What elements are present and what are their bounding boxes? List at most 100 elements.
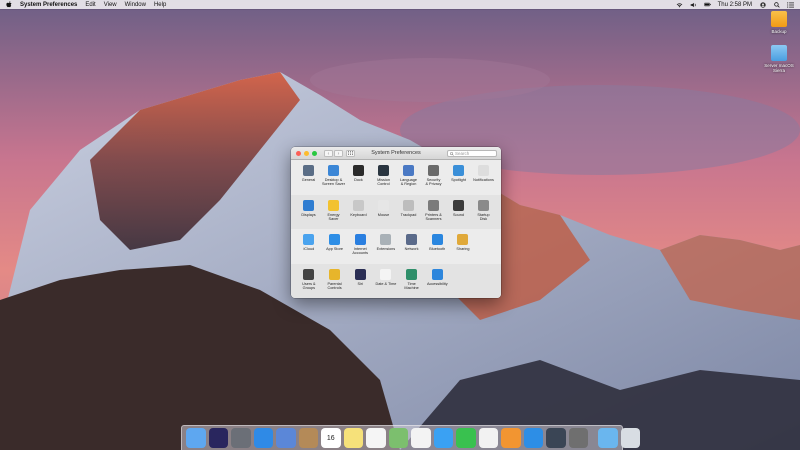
wifi-icon[interactable] — [676, 2, 683, 8]
menu-view[interactable]: View — [104, 2, 117, 8]
pref-pane-mouse[interactable]: Mouse — [371, 199, 396, 217]
window-titlebar: ‹ › System Preferences — [291, 147, 501, 160]
pane-row: iCloud App Store Internet Accounts Extensio… — [291, 229, 501, 264]
finder-icon[interactable] — [186, 428, 206, 448]
forward-button[interactable]: › — [334, 149, 343, 157]
pref-pane-label: Extensions — [376, 247, 396, 251]
desktop-icon-backup[interactable]: Backup — [759, 11, 799, 34]
pref-pane-time-machine[interactable]: Time Machine — [399, 268, 425, 291]
search-field[interactable] — [447, 150, 497, 157]
pref-pane-label: Users & Groups — [302, 281, 316, 290]
pref-pane-sharing[interactable]: Sharing — [450, 234, 476, 251]
menu-edit[interactable]: Edit — [85, 2, 95, 8]
siri-icon[interactable] — [208, 428, 228, 448]
pref-pane-trackpad[interactable]: Trackpad — [396, 199, 421, 217]
user-icon[interactable] — [759, 1, 766, 8]
volume-icon[interactable] — [690, 2, 697, 8]
pref-pane-internet-accounts[interactable]: Internet Accounts — [347, 234, 373, 256]
quicktime-icon[interactable] — [546, 428, 566, 448]
pref-pane-extensions[interactable]: Extensions — [373, 234, 399, 251]
reminders-icon[interactable] — [366, 428, 386, 448]
close-button[interactable] — [296, 150, 301, 156]
desktop-screensaver-icon — [328, 165, 339, 176]
pref-pane-parental-controls[interactable]: Parental Controls — [322, 268, 348, 291]
network-icon — [406, 234, 418, 245]
mail-icon[interactable] — [276, 428, 296, 448]
menu-window[interactable]: Window — [125, 2, 146, 8]
back-button[interactable]: ‹ — [324, 149, 333, 157]
pref-pane-language-region[interactable]: Language & Region — [396, 165, 421, 187]
desktop-icon-server[interactable]: Server macOS Sierra — [759, 45, 799, 73]
pref-pane-label: Parental Controls — [327, 281, 342, 290]
app-store-icon[interactable] — [523, 428, 543, 448]
facetime-icon[interactable] — [456, 428, 476, 448]
menu-app-name[interactable]: System Preferences — [20, 2, 77, 8]
pref-pane-label: Dock — [354, 178, 363, 182]
launchpad-icon[interactable] — [231, 428, 251, 448]
battery-icon[interactable] — [703, 2, 711, 8]
trash-icon[interactable] — [620, 428, 640, 448]
show-all-button[interactable] — [346, 149, 355, 157]
pref-pane-label: Network — [404, 247, 419, 251]
calendar-icon[interactable]: 16 — [321, 428, 341, 448]
pref-pane-sound[interactable]: Sound — [446, 199, 471, 217]
pref-pane-notifications[interactable]: Notifications — [471, 165, 496, 182]
maps-icon[interactable] — [388, 428, 408, 448]
internet-accounts-icon — [354, 234, 366, 245]
icloud-icon — [303, 234, 315, 245]
sharing-icon — [457, 234, 469, 245]
pref-pane-network[interactable]: Network — [399, 234, 425, 251]
pref-pane-label: General — [301, 178, 316, 182]
pref-pane-dock[interactable]: Dock — [346, 165, 371, 182]
ibooks-icon[interactable] — [501, 428, 521, 448]
pref-pane-users-groups[interactable]: Users & Groups — [296, 268, 322, 291]
date-time-icon — [380, 268, 392, 280]
photos-icon[interactable] — [411, 428, 431, 448]
pref-pane-general[interactable]: General — [296, 165, 321, 182]
notes-icon[interactable] — [343, 428, 363, 448]
pref-pane-date-time[interactable]: Date & Time — [373, 268, 399, 286]
displays-icon — [303, 199, 314, 211]
pane-row: Users & Groups Parental Controls Siri Date … — [291, 263, 501, 298]
pref-pane-startup-disk[interactable]: Startup Disk — [471, 199, 496, 222]
pref-pane-security-privacy[interactable]: Security & Privacy — [421, 165, 446, 187]
notifications-icon — [478, 165, 489, 176]
safari-icon[interactable] — [253, 428, 273, 448]
pref-pane-mission-control[interactable]: Mission Control — [371, 165, 396, 187]
menu-help[interactable]: Help — [154, 2, 166, 8]
pref-pane-bluetooth[interactable]: Bluetooth — [424, 234, 450, 251]
mission-control-icon — [378, 165, 389, 176]
pref-pane-accessibility[interactable]: Accessibility — [424, 268, 450, 286]
extensions-icon — [380, 234, 392, 245]
pref-pane-energy-saver[interactable]: Energy Saver — [321, 199, 346, 222]
contacts-icon[interactable] — [298, 428, 318, 448]
pref-pane-siri[interactable]: Siri — [347, 268, 373, 286]
general-icon — [303, 165, 314, 176]
pref-pane-label: Keyboard — [350, 212, 367, 217]
pref-pane-label: Time Machine — [404, 281, 419, 290]
pref-pane-displays[interactable]: Displays — [296, 199, 321, 217]
apple-menu-icon[interactable] — [6, 1, 12, 8]
zoom-button[interactable] — [312, 150, 317, 156]
pref-pane-printers-scanners[interactable]: Printers & Scanners — [421, 199, 446, 222]
notification-center-icon[interactable] — [787, 1, 794, 8]
pref-pane-icloud[interactable]: iCloud — [296, 234, 322, 251]
search-input[interactable] — [455, 151, 495, 156]
pref-pane-desktop-screensaver[interactable]: Desktop & Screen Saver — [321, 165, 346, 187]
pref-pane-spotlight[interactable]: Spotlight — [446, 165, 471, 182]
system-preferences-icon[interactable] — [568, 428, 588, 448]
pref-pane-label: Accessibility — [426, 281, 448, 286]
downloads-folder-icon[interactable] — [598, 428, 618, 448]
pref-pane-label: Printers & Scanners — [425, 212, 442, 221]
pref-pane-app-store[interactable]: App Store — [322, 234, 348, 251]
messages-icon[interactable] — [433, 428, 453, 448]
spotlight-search-icon[interactable] — [773, 1, 780, 8]
itunes-icon[interactable] — [478, 428, 498, 448]
pref-pane-label: Displays — [301, 212, 316, 217]
pref-pane-keyboard[interactable]: Keyboard — [346, 199, 371, 217]
pref-pane-label: Sharing — [456, 247, 470, 251]
minimize-button[interactable] — [304, 150, 309, 156]
menu-clock[interactable]: Thu 2:58 PM — [718, 2, 752, 8]
dock-icon — [353, 165, 364, 176]
pref-pane-label: Security & Privacy — [425, 178, 442, 187]
